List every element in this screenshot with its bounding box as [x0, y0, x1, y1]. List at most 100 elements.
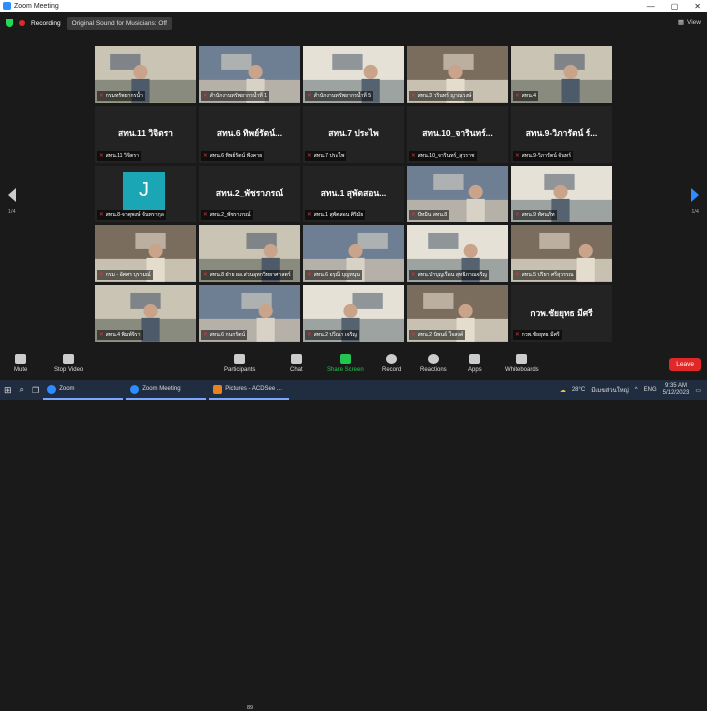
zoom-app-icon: [47, 384, 57, 394]
muted-mic-icon: ✕: [99, 92, 104, 99]
participant-tile[interactable]: ✕ สทน.4 พิมพ์จิรา: [95, 285, 196, 342]
participant-tile[interactable]: ✕ สทน.2 นิพนธ์ ใจสงค์: [407, 285, 508, 342]
participant-tile[interactable]: ✕ ปัทมิน สทน.8: [407, 165, 508, 223]
participant-name-label: ✕ สทน.4 พิมพ์จิรา: [97, 329, 143, 340]
participant-tile[interactable]: ✕ สทน.5 ปริยา ศรีสุวรรณ: [511, 225, 612, 283]
next-page-arrow-icon[interactable]: [691, 188, 699, 202]
prev-page-arrow-icon[interactable]: [8, 188, 16, 202]
leave-button[interactable]: Leave: [669, 358, 701, 371]
participant-tile[interactable]: ✕ กรม - อัศศร บุรามณ์: [95, 225, 196, 283]
muted-mic-icon: ✕: [411, 152, 416, 159]
security-shield-icon[interactable]: [6, 19, 13, 27]
participant-tile[interactable]: กวพ.ชัยยุทธ มีศรี ✕ กวพ.ชัยยุทธ มีศรี: [511, 285, 612, 342]
taskbar-app-zoom-meeting[interactable]: Zoom Meeting: [126, 380, 207, 400]
lang-indicator[interactable]: ENG: [644, 387, 657, 393]
start-button[interactable]: ⊞: [0, 380, 16, 400]
record-button[interactable]: Record: [382, 354, 401, 373]
taskbar-clock[interactable]: 9:35 AM 5/12/2023: [663, 383, 690, 397]
participant-tile[interactable]: สทน.6 ทิพย์รัตน์... ✕ สทน.6 ทิพย์รัตน์ ฟัง…: [199, 105, 300, 163]
chat-icon: [290, 354, 302, 364]
participant-tile[interactable]: สทน.1 สุพัตสอน... ✕ สทน.1 สุพัตสอน ศิริมัย: [303, 165, 404, 223]
participant-tile[interactable]: สทน.7 ประไพ ✕ สทน.7 ประไพ: [303, 105, 404, 163]
participant-name-label: ✕ กรมทรัพยากรน้ำ: [97, 90, 145, 101]
muted-mic-icon: ✕: [307, 331, 312, 338]
notification-icon[interactable]: ▭: [695, 387, 701, 394]
muted-mic-icon: ✕: [307, 152, 312, 159]
participant-tile[interactable]: ✕ กรมทรัพยากรน้ำ: [95, 46, 196, 103]
participant-name-label: ✕ สทน.2 ปวีณา เจริญ: [305, 329, 359, 340]
whiteboards-button[interactable]: Whiteboards: [505, 354, 539, 373]
microphone-icon: [15, 354, 27, 364]
windows-logo-icon: ⊞: [4, 384, 12, 395]
muted-mic-icon: ✕: [411, 331, 416, 338]
taskbar-app-zoom[interactable]: Zoom: [43, 380, 124, 400]
participant-name-label: ✕ กรม - อัศศร บุรามณ์: [97, 270, 153, 281]
apps-label: Apps: [468, 367, 482, 373]
participant-name: สำนักงานทรัพยากรน้ำที่ 5: [313, 92, 372, 99]
maximize-button[interactable]: ▢: [671, 2, 679, 11]
participant-name-label: ✕ สทน.7 ประไพ: [305, 150, 347, 161]
share-screen-button[interactable]: Share Screen: [327, 354, 364, 373]
muted-mic-icon: ✕: [515, 212, 520, 219]
muted-mic-icon: ✕: [203, 331, 208, 338]
participant-name-label: ✕ สทน.10_จารินทร์_สุวราช: [409, 150, 477, 161]
minimize-button[interactable]: —: [647, 2, 655, 11]
participant-tile[interactable]: ✕ สำนักงานทรัพยากรน้ำที่ 5: [303, 46, 404, 103]
muted-mic-icon: ✕: [203, 212, 208, 219]
participant-display-name: สทน.2_พัชราภรณ์: [215, 188, 284, 199]
apps-button[interactable]: Apps: [468, 354, 482, 373]
participant-name-label: ✕ สทน.1 สุพัตสอน ศิริมัย: [305, 210, 366, 221]
stop-video-button[interactable]: Stop Video: [54, 354, 83, 373]
participant-tile[interactable]: ✕ สำนักงานทรัพยากรน้ำที่ 1: [199, 46, 300, 103]
muted-mic-icon: ✕: [515, 272, 520, 279]
zoom-logo-icon: [3, 2, 11, 10]
participant-tile[interactable]: ✕ สทน.3 วรินทร์ ญาณวงษ์: [407, 46, 508, 103]
participant-tile[interactable]: สทน.2_พัชราภรณ์ ✕ สทน.2_พัชราภรณ์: [199, 165, 300, 223]
participant-tile[interactable]: สทน.11 วิจิตรา ✕ สทน.11 วิจิตรา: [95, 105, 196, 163]
participant-tile[interactable]: ✕ สทน.6 กนกรัตน์: [199, 285, 300, 342]
close-button[interactable]: ✕: [694, 2, 701, 11]
participant-display-name: สทน.6 ทิพย์รัตน์...: [216, 128, 283, 139]
view-label: View: [687, 18, 701, 26]
reactions-button[interactable]: Reactions: [420, 354, 447, 373]
participant-name-label: ✕ สทน.8-จาตุพงษ์ จันทรากุล: [97, 210, 166, 221]
system-tray: ☁ 28°C มีเมฆส่วนใหญ่ ^ ENG 9:35 AM 5/12/…: [560, 380, 701, 400]
mute-button[interactable]: Mute: [14, 354, 27, 373]
participant-tile[interactable]: ✕ สทน.6 อรุณี บุญหนุน: [303, 225, 404, 283]
muted-mic-icon: ✕: [411, 212, 416, 219]
participant-tile[interactable]: ✕ สทน.ป่าบุญเรือน สุทธิภาณจริญ: [407, 225, 508, 283]
participant-tile[interactable]: สทน.9-วิภารัตน์ ร์... ✕ สทน.9-วิภารัตน์ จั…: [511, 105, 612, 163]
window-title: Zoom Meeting: [14, 2, 59, 10]
participant-name-label: ✕ สทน.5 ปริยา ศรีสุวรรณ: [513, 270, 576, 281]
participants-icon: [234, 354, 246, 364]
participant-tile[interactable]: ✕ สทน.8 ฝ่าย ผอ.ส่วนอุทกวิทยาศาสตร์: [199, 225, 300, 283]
muted-mic-icon: ✕: [411, 92, 416, 99]
taskbar-app-acdsee[interactable]: Pictures - ACDSee ...: [209, 380, 290, 400]
muted-mic-icon: ✕: [515, 331, 520, 338]
original-sound-button[interactable]: Original Sound for Musicians: Off: [66, 16, 172, 30]
participant-name-label: ✕ สทน.6 ทิพย์รัตน์ ฟังคาย: [201, 150, 265, 161]
mute-label: Mute: [14, 367, 28, 373]
tray-chevron-icon[interactable]: ^: [635, 387, 638, 393]
avatar: J: [123, 171, 165, 210]
record-label: Record: [382, 367, 402, 373]
participants-label: Participants: [224, 367, 256, 373]
task-view-button[interactable]: ❐: [28, 380, 43, 400]
participant-name-label: ✕ สทน.2_พัชราภรณ์: [201, 210, 253, 221]
muted-mic-icon: ✕: [203, 152, 208, 159]
participant-tile[interactable]: สทน.10_จารินทร์... ✕ สทน.10_จารินทร์_สุวรา…: [407, 105, 508, 163]
participant-tile[interactable]: ✕ สทน.9 ทัศนภัท: [511, 165, 612, 223]
participant-name: สทน.9 ทัศนภัท: [521, 212, 555, 219]
participant-name-label: ✕ สทน.6 กนกรัตน์: [201, 329, 248, 340]
participant-tile[interactable]: J ✕ สทน.8-จาตุพงษ์ จันทรากุล: [95, 165, 196, 223]
participant-tile[interactable]: ✕ สทน.2 ปวีณา เจริญ: [303, 285, 404, 342]
participants-count: 89: [247, 705, 254, 711]
participant-name: สทน.9-วิภารัตน์ จันทร์: [521, 152, 571, 159]
participant-tile[interactable]: ✕ สทน.4: [511, 46, 612, 103]
participants-button[interactable]: Participants: [224, 354, 255, 373]
participant-name-label: ✕ สทน.4: [513, 90, 539, 101]
chat-button[interactable]: Chat: [290, 354, 303, 373]
taskbar-search-button[interactable]: ⌕: [16, 380, 28, 400]
view-button[interactable]: ▦ View: [678, 18, 701, 27]
participant-name-label: ✕ สทน.3 วรินทร์ ญาณวงษ์: [409, 90, 474, 101]
